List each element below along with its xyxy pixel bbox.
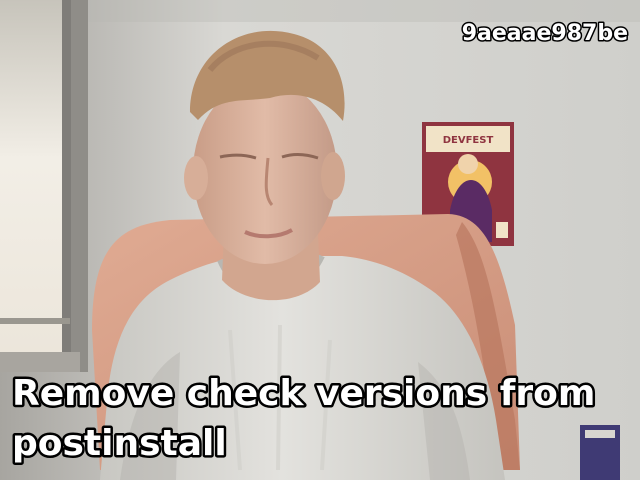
- poster-title: DEVFEST: [443, 135, 494, 146]
- webcam-frame: DEVFEST 9aeaae987be Remove check version…: [0, 0, 640, 480]
- right-ear: [321, 152, 345, 200]
- wall-shadow: [0, 0, 640, 22]
- caption-line-1: Remove check versions from: [12, 373, 595, 414]
- window-mullion: [62, 0, 71, 360]
- scene-canvas: DEVFEST 9aeaae987be Remove check version…: [0, 0, 640, 480]
- window-ledge: [0, 352, 80, 372]
- caption-line-2: postinstall: [12, 423, 227, 464]
- commit-id: 9aeaae987be: [462, 21, 628, 46]
- window: [0, 0, 88, 372]
- window-glass: [0, 0, 62, 352]
- bookshelf-highlight: [585, 430, 615, 438]
- poster-figure-head: [458, 154, 478, 174]
- poster-logo: [496, 222, 508, 238]
- left-ear: [184, 156, 208, 200]
- window-sill: [0, 318, 70, 324]
